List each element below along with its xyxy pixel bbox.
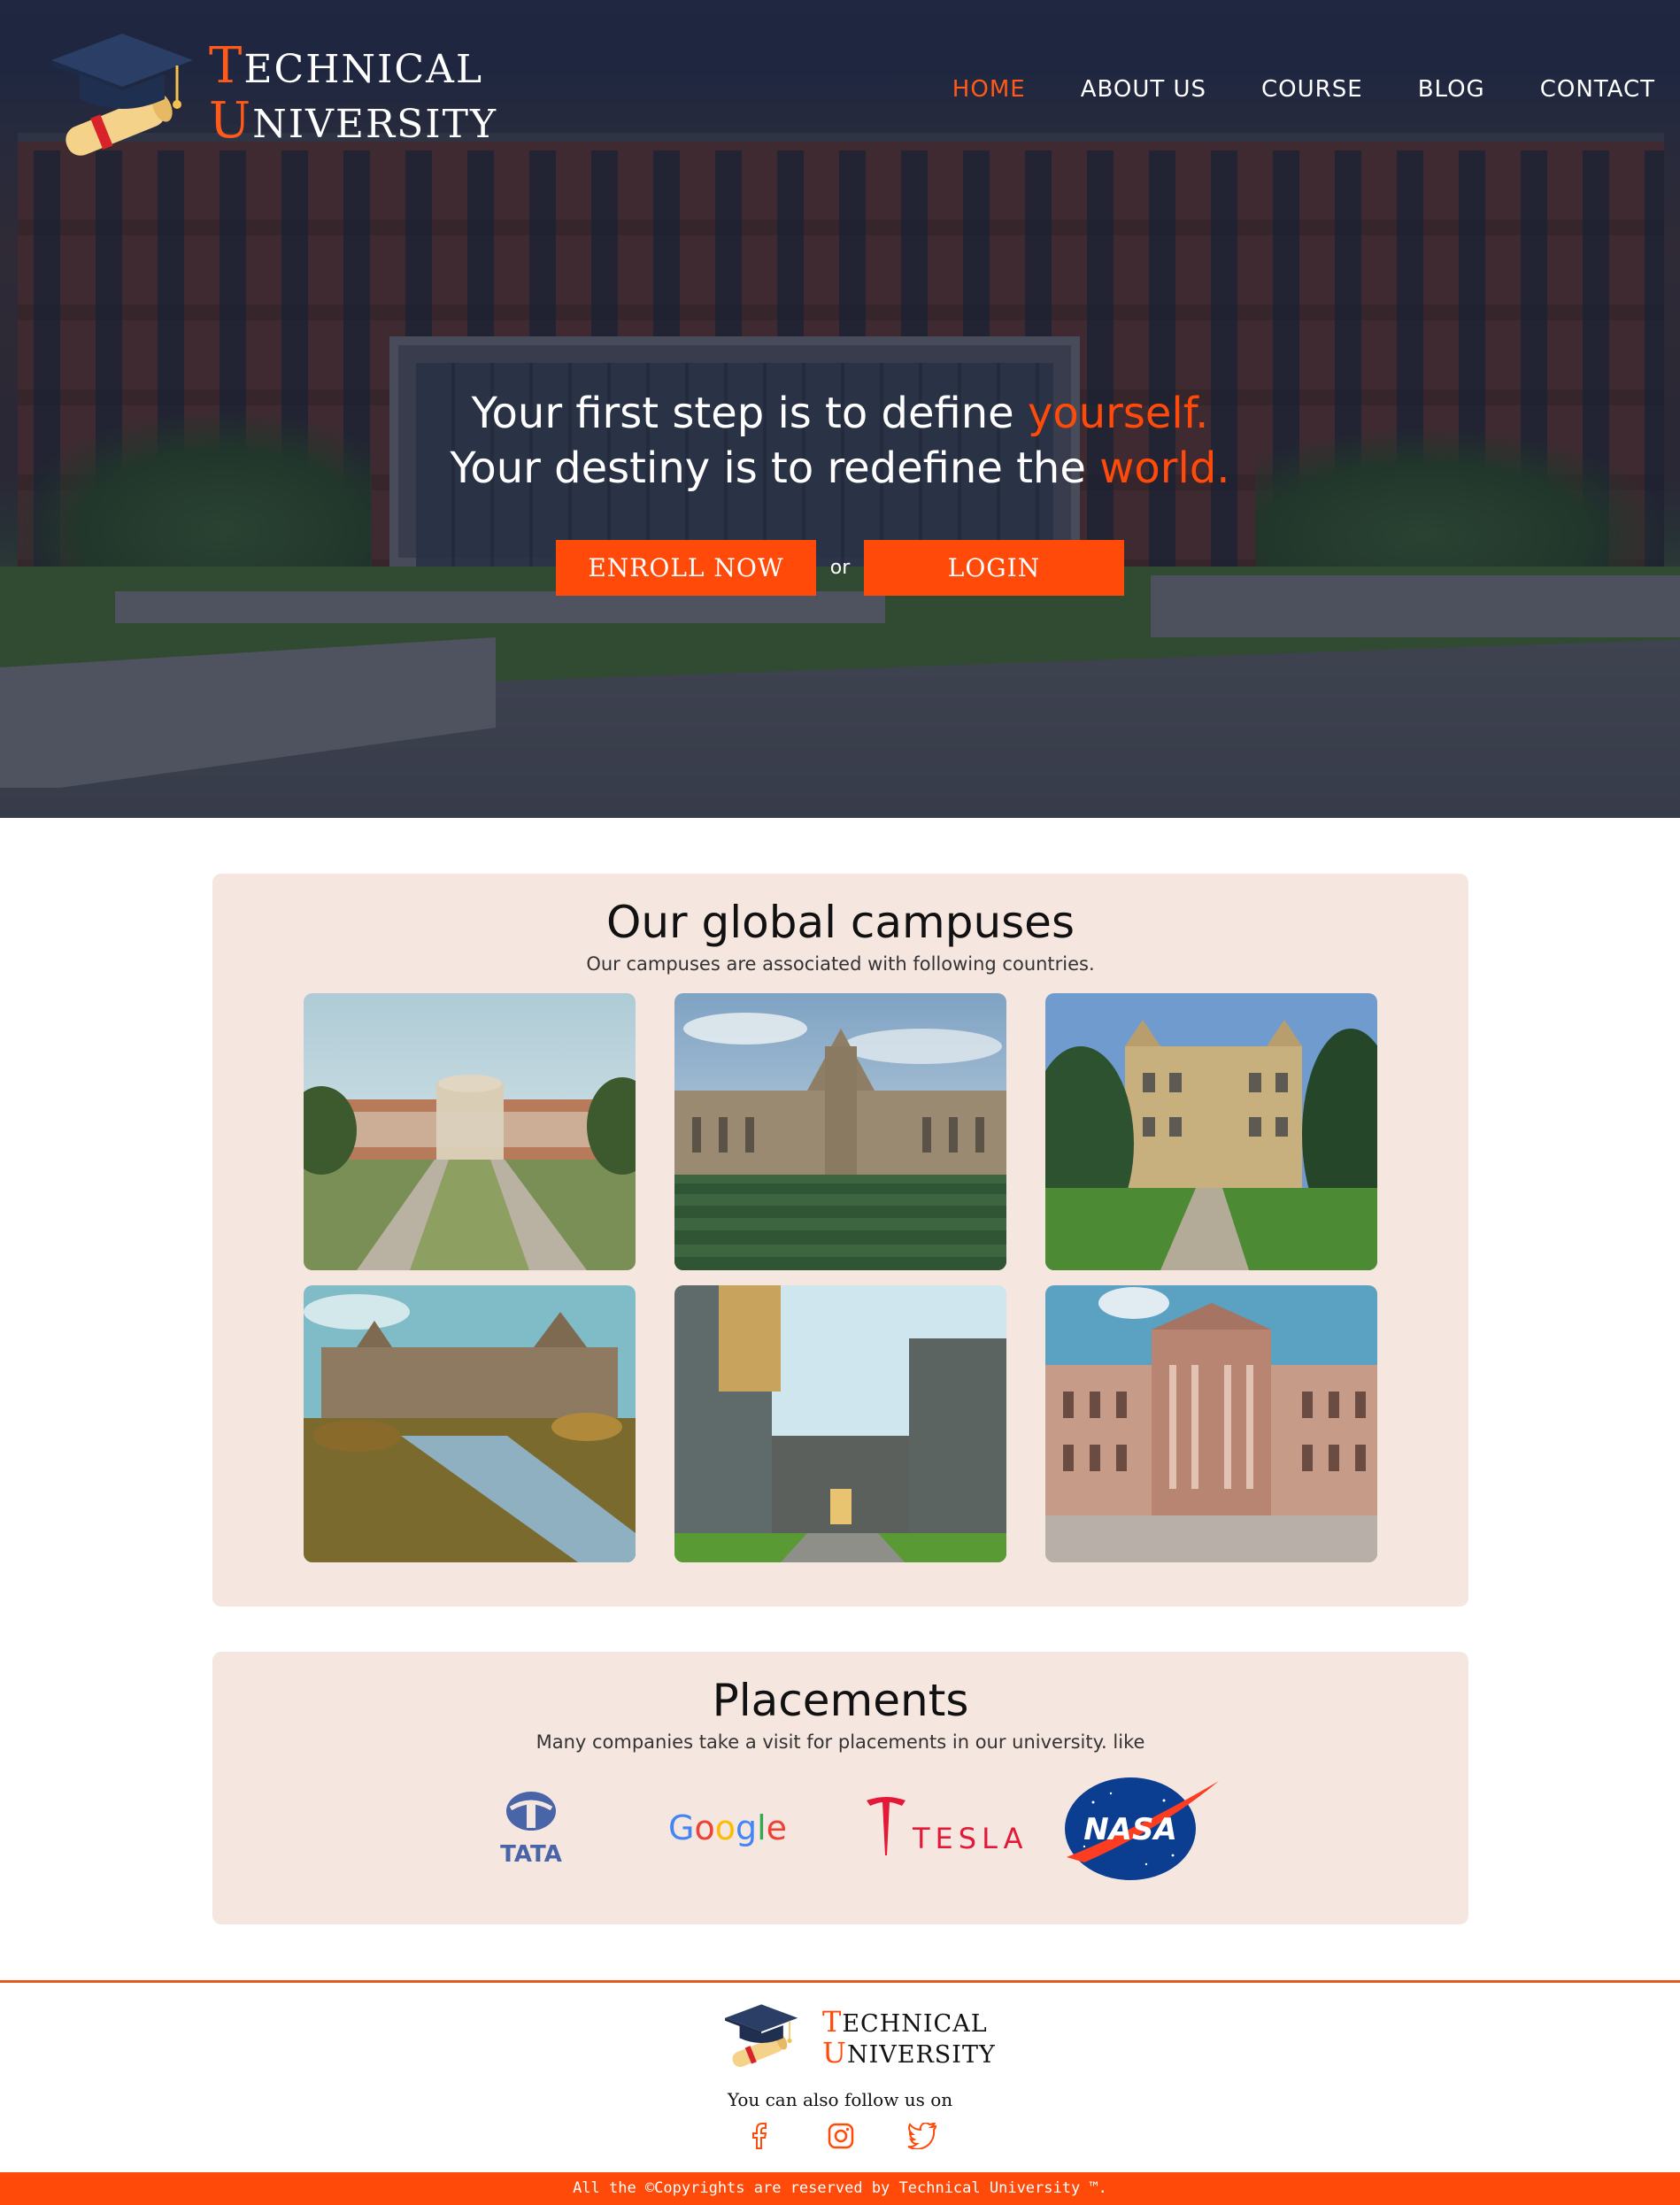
google-logo[interactable]: Google	[664, 1776, 814, 1882]
headline-accent-world: world.	[1099, 443, 1230, 493]
footer-initial-u: U	[822, 2036, 847, 2070]
headline-line1: Your first step is to define	[471, 389, 1028, 438]
main-nav: HOME ABOUT US COURSE BLOG CONTACT	[898, 76, 1655, 103]
company-logos: TATA Google TESLA NASA	[212, 1776, 1468, 1882]
campus-photo[interactable]	[674, 1285, 1006, 1562]
footer-divider	[0, 1980, 1680, 1983]
placements-subtitle: Many companies take a visit for placemen…	[536, 1731, 1145, 1753]
logo-word-university: NIVERSITY	[252, 102, 498, 147]
nav-contact[interactable]: CONTACT	[1540, 76, 1655, 103]
copyright-bar: All the ©Copyrights are reserved by Tech…	[0, 2172, 1680, 2205]
logo-wordmark: TECHNICAL UNIVERSITY	[209, 41, 497, 150]
follow-us-text: You can also follow us on	[727, 2089, 953, 2110]
graduation-cap-icon	[721, 2002, 805, 2072]
or-label: or	[829, 557, 851, 579]
campuses-subtitle: Our campuses are associated with followi…	[586, 953, 1095, 975]
facebook-icon[interactable]	[742, 2118, 777, 2154]
graduation-cap-icon	[44, 30, 208, 158]
nav-home[interactable]: HOME	[952, 76, 1026, 103]
twitter-icon[interactable]	[905, 2118, 940, 2154]
tesla-wordmark: TESLA	[912, 1822, 1022, 1855]
nav-blog[interactable]: BLOG	[1418, 76, 1485, 103]
logo-initial-t: T	[209, 37, 244, 95]
campus-photo[interactable]	[674, 993, 1006, 1270]
tata-wordmark: TATA	[500, 1841, 562, 1868]
nav-about-us[interactable]: ABOUT US	[1081, 76, 1206, 103]
tesla-logo[interactable]: TESLA	[863, 1776, 1022, 1882]
tata-logo[interactable]: TATA	[478, 1776, 584, 1882]
logo-word-technical: ECHNICAL	[243, 47, 484, 92]
campus-gallery	[304, 993, 1377, 1562]
social-links	[742, 2118, 954, 2154]
site-logo[interactable]: TECHNICAL UNIVERSITY	[44, 30, 497, 156]
placements-section: Placements Many companies take a visit f…	[212, 1652, 1468, 1924]
enroll-now-button[interactable]: ENROLL NOW	[556, 540, 816, 596]
campuses-title: Our global campuses	[605, 897, 1075, 948]
footer-word-technical: ECHNICAL	[842, 2010, 988, 2038]
campus-photo[interactable]	[304, 993, 636, 1270]
footer-initial-t: T	[822, 2005, 843, 2039]
headline-line2: Your destiny is to redefine the	[450, 443, 1100, 493]
footer-wordmark: TECHNICAL UNIVERSITY	[822, 2008, 996, 2070]
hero-section: TECHNICAL UNIVERSITY HOME ABOUT US COURS…	[0, 0, 1680, 818]
footer-word-university: NIVERSITY	[846, 2041, 996, 2069]
login-button[interactable]: LOGIN	[864, 540, 1124, 596]
campus-photo[interactable]	[1045, 993, 1377, 1270]
instagram-icon[interactable]	[823, 2118, 859, 2154]
nasa-wordmark: NASA	[1083, 1812, 1177, 1847]
nasa-logo[interactable]: NASA	[1058, 1776, 1221, 1882]
google-wordmark: Google	[668, 1808, 787, 1847]
campus-photo[interactable]	[1045, 1285, 1377, 1562]
headline-accent-yourself: yourself.	[1027, 389, 1209, 438]
footer-logo[interactable]: TECHNICAL UNIVERSITY	[721, 2002, 995, 2073]
logo-initial-u: U	[209, 92, 253, 150]
placements-title: Placements	[712, 1675, 969, 1726]
hero-headline: Your first step is to define yourself. Y…	[0, 386, 1680, 496]
campuses-section: Our global campuses Our campuses are ass…	[212, 874, 1468, 1607]
hero-cta-group: ENROLL NOW or LOGIN	[556, 540, 1124, 596]
campus-photo[interactable]	[304, 1285, 636, 1562]
nav-course[interactable]: COURSE	[1261, 76, 1363, 103]
